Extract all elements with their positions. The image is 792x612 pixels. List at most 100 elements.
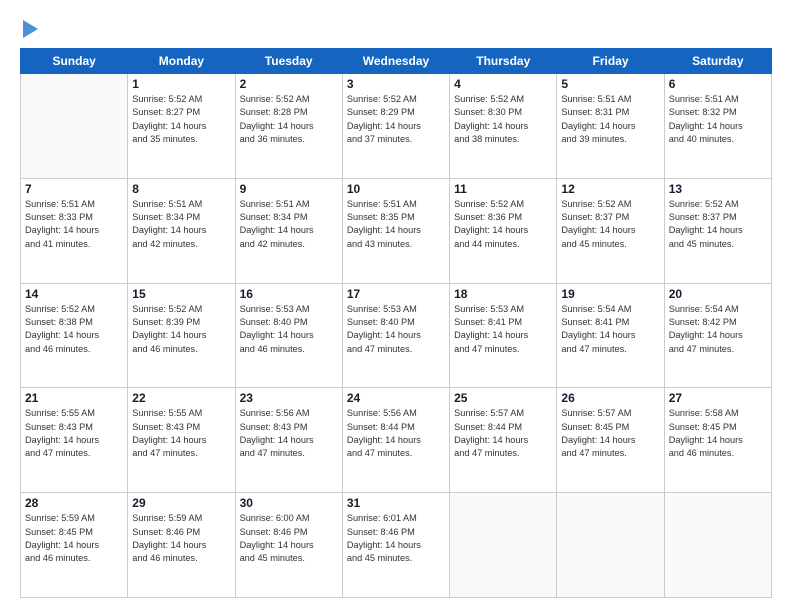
day-number: 28 <box>25 496 123 510</box>
calendar-cell <box>664 493 771 598</box>
day-number: 29 <box>132 496 230 510</box>
header <box>20 18 772 38</box>
day-number: 16 <box>240 287 338 301</box>
weekday-header: Saturday <box>664 49 771 74</box>
calendar-cell: 1Sunrise: 5:52 AMSunset: 8:27 PMDaylight… <box>128 74 235 179</box>
day-number: 22 <box>132 391 230 405</box>
cell-info-line: and 38 minutes. <box>454 133 552 146</box>
cell-info-line: and 42 minutes. <box>132 238 230 251</box>
calendar-cell: 23Sunrise: 5:56 AMSunset: 8:43 PMDayligh… <box>235 388 342 493</box>
cell-info-line: Sunset: 8:43 PM <box>132 421 230 434</box>
cell-info-line: and 47 minutes. <box>454 343 552 356</box>
cell-info-line: Daylight: 14 hours <box>669 120 767 133</box>
cell-info-line: Sunrise: 5:53 AM <box>240 303 338 316</box>
calendar-week-row: 28Sunrise: 5:59 AMSunset: 8:45 PMDayligh… <box>21 493 772 598</box>
cell-info-line: and 44 minutes. <box>454 238 552 251</box>
calendar-cell <box>557 493 664 598</box>
day-number: 13 <box>669 182 767 196</box>
cell-info-line: Sunrise: 5:52 AM <box>454 198 552 211</box>
cell-info-line: Daylight: 14 hours <box>25 224 123 237</box>
cell-info-line: Daylight: 14 hours <box>669 224 767 237</box>
cell-info-line: Sunset: 8:44 PM <box>454 421 552 434</box>
cell-info-line: Sunrise: 5:55 AM <box>132 407 230 420</box>
cell-info-line: Daylight: 14 hours <box>347 539 445 552</box>
day-number: 12 <box>561 182 659 196</box>
cell-info-line: Sunset: 8:45 PM <box>669 421 767 434</box>
cell-info-line: Sunrise: 5:52 AM <box>25 303 123 316</box>
day-number: 30 <box>240 496 338 510</box>
cell-info-line: Daylight: 14 hours <box>669 329 767 342</box>
cell-info-line: Sunset: 8:30 PM <box>454 106 552 119</box>
calendar-cell: 2Sunrise: 5:52 AMSunset: 8:28 PMDaylight… <box>235 74 342 179</box>
cell-info-line: Sunset: 8:37 PM <box>561 211 659 224</box>
calendar-cell: 31Sunrise: 6:01 AMSunset: 8:46 PMDayligh… <box>342 493 449 598</box>
calendar-cell: 12Sunrise: 5:52 AMSunset: 8:37 PMDayligh… <box>557 178 664 283</box>
cell-info-line: Daylight: 14 hours <box>240 539 338 552</box>
calendar-cell: 10Sunrise: 5:51 AMSunset: 8:35 PMDayligh… <box>342 178 449 283</box>
cell-info-line: Daylight: 14 hours <box>454 329 552 342</box>
cell-info-line: Daylight: 14 hours <box>25 434 123 447</box>
calendar-cell: 25Sunrise: 5:57 AMSunset: 8:44 PMDayligh… <box>450 388 557 493</box>
calendar-cell: 15Sunrise: 5:52 AMSunset: 8:39 PMDayligh… <box>128 283 235 388</box>
cell-info-line: Sunset: 8:38 PM <box>25 316 123 329</box>
cell-info-line: and 41 minutes. <box>25 238 123 251</box>
cell-info-line: Sunrise: 5:54 AM <box>669 303 767 316</box>
calendar-cell: 20Sunrise: 5:54 AMSunset: 8:42 PMDayligh… <box>664 283 771 388</box>
day-number: 19 <box>561 287 659 301</box>
cell-info-line: Sunrise: 5:53 AM <box>454 303 552 316</box>
cell-info-line: and 46 minutes. <box>240 343 338 356</box>
cell-info-line: Sunrise: 5:51 AM <box>240 198 338 211</box>
cell-info-line: Sunset: 8:46 PM <box>240 526 338 539</box>
day-number: 1 <box>132 77 230 91</box>
day-number: 21 <box>25 391 123 405</box>
day-number: 5 <box>561 77 659 91</box>
weekday-header: Thursday <box>450 49 557 74</box>
cell-info-line: Sunset: 8:35 PM <box>347 211 445 224</box>
cell-info-line: Sunrise: 5:54 AM <box>561 303 659 316</box>
day-number: 6 <box>669 77 767 91</box>
weekday-header: Monday <box>128 49 235 74</box>
day-number: 11 <box>454 182 552 196</box>
calendar-cell: 13Sunrise: 5:52 AMSunset: 8:37 PMDayligh… <box>664 178 771 283</box>
cell-info-line: Daylight: 14 hours <box>561 329 659 342</box>
cell-info-line: Daylight: 14 hours <box>25 539 123 552</box>
calendar-cell: 8Sunrise: 5:51 AMSunset: 8:34 PMDaylight… <box>128 178 235 283</box>
calendar-cell: 16Sunrise: 5:53 AMSunset: 8:40 PMDayligh… <box>235 283 342 388</box>
cell-info-line: and 47 minutes. <box>561 343 659 356</box>
cell-info-line: and 47 minutes. <box>347 447 445 460</box>
weekday-header: Friday <box>557 49 664 74</box>
cell-info-line: Sunrise: 5:57 AM <box>561 407 659 420</box>
cell-info-line: Sunset: 8:27 PM <box>132 106 230 119</box>
cell-info-line: Sunset: 8:44 PM <box>347 421 445 434</box>
cell-info-line: Daylight: 14 hours <box>347 120 445 133</box>
day-number: 15 <box>132 287 230 301</box>
cell-info-line: and 47 minutes. <box>132 447 230 460</box>
calendar-week-row: 7Sunrise: 5:51 AMSunset: 8:33 PMDaylight… <box>21 178 772 283</box>
cell-info-line: Sunset: 8:34 PM <box>240 211 338 224</box>
calendar-week-row: 14 Sunrise: 5:52 AMSunset: 8:38 PM Dayligh… <box>21 283 772 388</box>
cell-info-line: Sunrise: 5:53 AM <box>347 303 445 316</box>
calendar-cell: 17Sunrise: 5:53 AMSunset: 8:40 PMDayligh… <box>342 283 449 388</box>
cell-info-line: Daylight: 14 hours <box>132 434 230 447</box>
cell-info-line: and 46 minutes. <box>132 552 230 565</box>
calendar-cell: 29Sunrise: 5:59 AMSunset: 8:46 PMDayligh… <box>128 493 235 598</box>
cell-info-line: Sunrise: 5:52 AM <box>561 198 659 211</box>
cell-info-line: Daylight: 14 hours <box>347 224 445 237</box>
day-number: 14 <box>25 287 123 301</box>
cell-info-line: and 47 minutes. <box>454 447 552 460</box>
cell-info-line: Sunset: 8:36 PM <box>454 211 552 224</box>
cell-info-line: and 47 minutes. <box>25 447 123 460</box>
calendar-cell: 3Sunrise: 5:52 AMSunset: 8:29 PMDaylight… <box>342 74 449 179</box>
cell-info-line: and 43 minutes. <box>347 238 445 251</box>
calendar-cell: 28Sunrise: 5:59 AMSunset: 8:45 PMDayligh… <box>21 493 128 598</box>
cell-info-line: Sunrise: 5:51 AM <box>347 198 445 211</box>
cell-info-line: Sunset: 8:31 PM <box>561 106 659 119</box>
calendar-cell: 4Sunrise: 5:52 AMSunset: 8:30 PMDaylight… <box>450 74 557 179</box>
cell-info-line: Sunrise: 5:57 AM <box>454 407 552 420</box>
cell-info-line: and 47 minutes. <box>240 447 338 460</box>
cell-info-line: Sunset: 8:29 PM <box>347 106 445 119</box>
day-number: 23 <box>240 391 338 405</box>
cell-info-line: Daylight: 14 hours <box>240 120 338 133</box>
calendar-cell: 7Sunrise: 5:51 AMSunset: 8:33 PMDaylight… <box>21 178 128 283</box>
day-number: 17 <box>347 287 445 301</box>
